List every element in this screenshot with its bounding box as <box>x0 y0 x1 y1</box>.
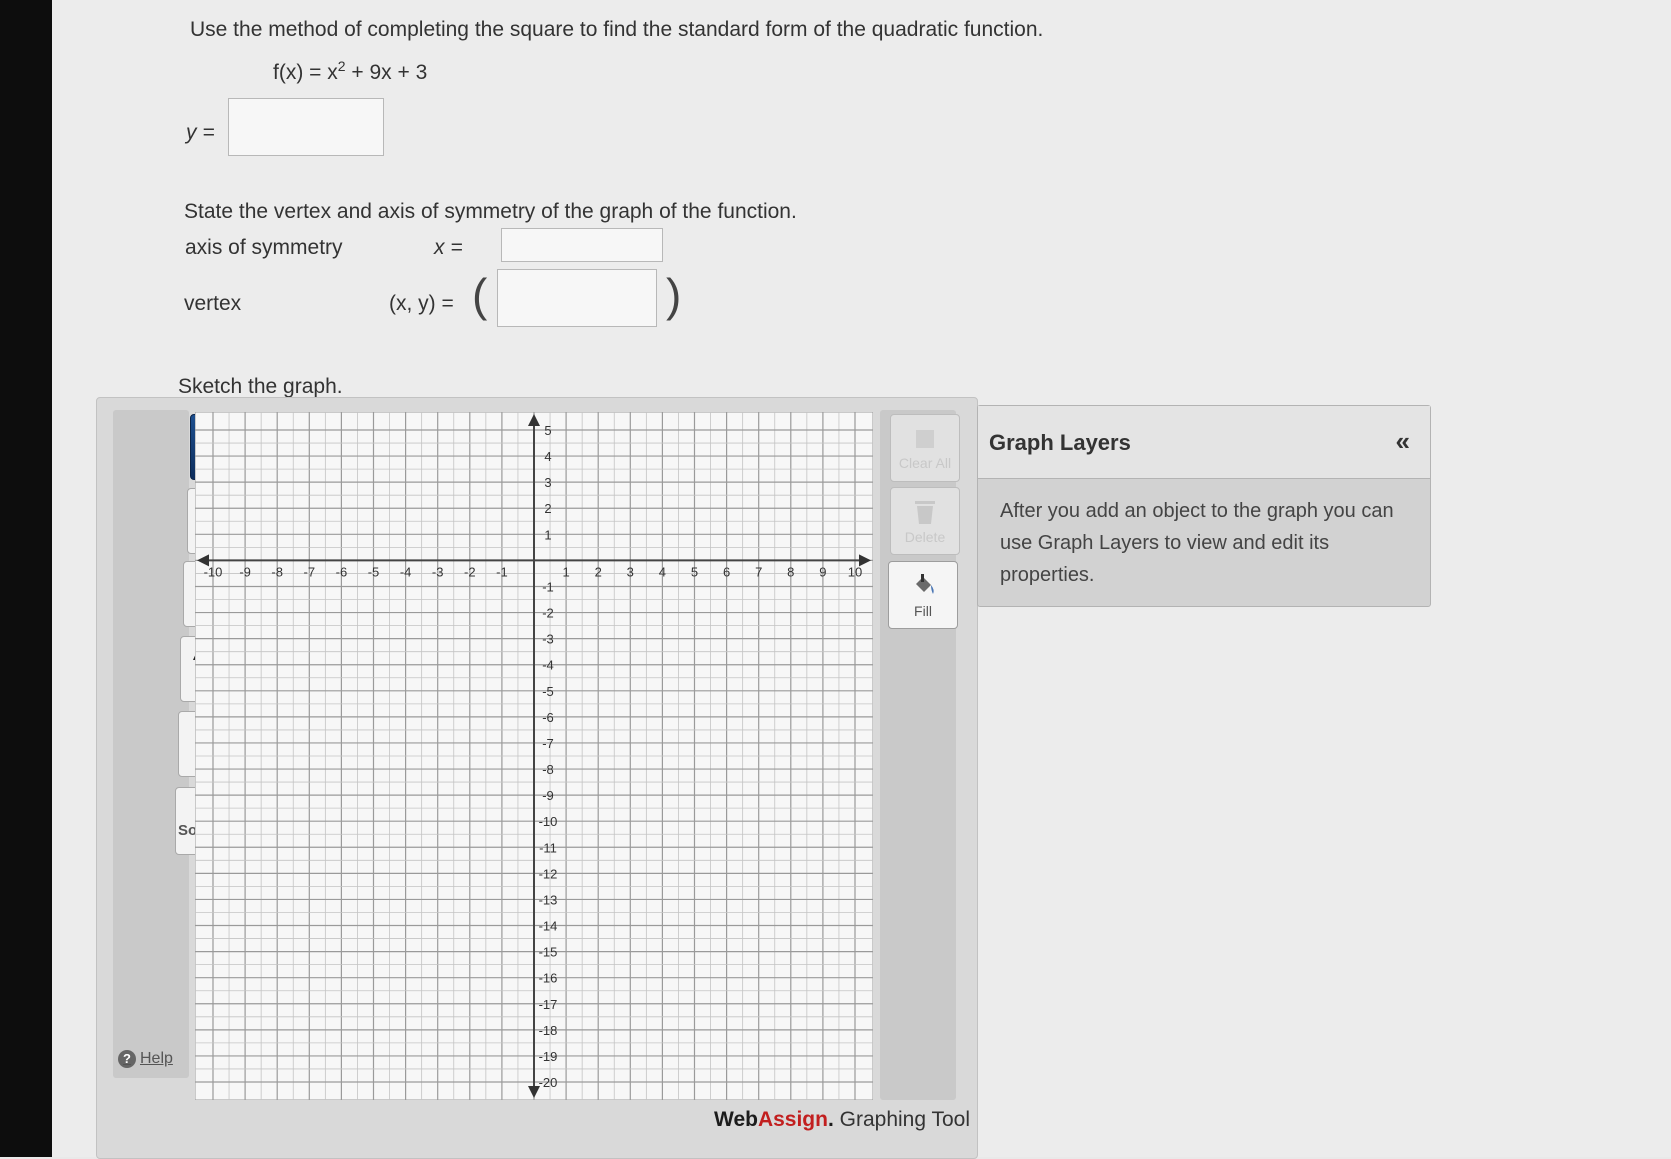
y-tick-label: -17 <box>539 997 558 1012</box>
x-tick-label: 8 <box>787 564 794 579</box>
vertex-equation-label: (x, y) = <box>389 292 454 315</box>
x-tick-label: 6 <box>723 564 730 579</box>
x-tick-label: -3 <box>432 564 444 579</box>
graph-canvas[interactable]: -10 -9 -8 -7 -6 -5 -4 -3 -2 -1 1 2 3 4 5 6 7 8 9 1054321-1-… <box>195 412 873 1100</box>
clear-all-icon <box>916 429 934 448</box>
question-instruction: Use the method of completing the square … <box>190 18 1044 41</box>
y-tick-label: -15 <box>539 945 558 960</box>
y-tick-label: -6 <box>542 710 554 725</box>
y-tick-label: 1 <box>544 527 551 542</box>
screen-bezel <box>0 0 52 1157</box>
vertex-close-paren: ) <box>666 269 682 321</box>
y-tick-label: 4 <box>544 449 551 464</box>
x-tick-label: -6 <box>336 564 348 579</box>
y-tick-label: -8 <box>542 762 554 777</box>
y-tick-label: -10 <box>539 814 558 829</box>
paint-bucket-icon <box>916 573 934 594</box>
y-tick-label: -5 <box>542 684 554 699</box>
delete-label: Delete <box>904 528 946 545</box>
x-tick-label: 10 <box>848 564 862 579</box>
vertex-input[interactable] <box>497 269 657 327</box>
clear-all-label: Clear All <box>898 454 952 471</box>
x-tick-label: -5 <box>368 564 380 579</box>
y-tick-label: -11 <box>539 840 557 855</box>
x-tick-label: -7 <box>304 564 316 579</box>
help-link[interactable]: ? Help <box>118 1050 173 1068</box>
vertex-prompt: State the vertex and axis of symmetry of… <box>184 200 797 223</box>
axis-of-symmetry-input[interactable] <box>501 228 663 262</box>
y-tick-label: -12 <box>539 866 558 881</box>
vertex-open-paren: ( <box>472 269 488 321</box>
y-tick-label: -18 <box>539 1023 558 1038</box>
x-tick-label: -2 <box>464 564 476 579</box>
y-tick-label: 3 <box>544 475 551 490</box>
y-tick-label: -9 <box>542 788 554 803</box>
clear-all-button[interactable]: Clear All <box>890 414 960 482</box>
webassign-brand: WebAssign. Graphing Tool <box>714 1108 971 1131</box>
y-tick-label: -1 <box>542 579 554 594</box>
x-tick-label: 7 <box>755 564 762 579</box>
y-tick-label: 2 <box>544 501 551 516</box>
y-tick-label: -3 <box>542 632 554 647</box>
y-tick-label: -16 <box>539 971 558 986</box>
delete-button[interactable]: Delete <box>890 487 960 555</box>
x-tick-label: 9 <box>819 564 826 579</box>
fill-label: Fill <box>914 602 932 619</box>
function-expression: f(x) = x2 + 9x + 3 <box>273 58 428 84</box>
y-tick-label: -13 <box>539 892 558 907</box>
trash-icon <box>915 500 935 524</box>
y-tick-label: -20 <box>539 1075 558 1090</box>
x-tick-label: -8 <box>271 564 283 579</box>
collapse-icon[interactable]: « <box>1396 426 1410 457</box>
graph-layers-panel: Graph Layers « After you add an object t… <box>977 405 1431 607</box>
axis-equation-label: x = <box>434 236 463 259</box>
x-tick-label: -10 <box>204 564 223 579</box>
graph-layers-title: Graph Layers <box>989 430 1131 455</box>
x-tick-label: -9 <box>239 564 251 579</box>
y-tick-label: 5 <box>544 423 551 438</box>
y-tick-label: -2 <box>542 606 554 621</box>
axis-of-symmetry-label: axis of symmetry <box>185 236 343 259</box>
y-tick-label: -14 <box>539 919 558 934</box>
x-tick-label: -4 <box>400 564 412 579</box>
y-tick-label: -4 <box>542 658 554 673</box>
fill-button[interactable]: Fill <box>888 561 958 629</box>
graph-layers-description: After you add an object to the graph you… <box>1000 500 1394 586</box>
x-tick-label: 5 <box>691 564 698 579</box>
sketch-prompt: Sketch the graph. <box>178 375 343 398</box>
graph-layers-header: Graph Layers « <box>978 406 1430 479</box>
help-label: Help <box>140 1050 173 1067</box>
x-tick-label: 1 <box>562 564 569 579</box>
x-tick-label: -1 <box>496 564 508 579</box>
y-tick-label: -7 <box>542 736 554 751</box>
y-label: y = <box>186 121 215 144</box>
x-tick-label: 3 <box>627 564 634 579</box>
x-tick-label: 4 <box>659 564 666 579</box>
y-tick-label: -19 <box>539 1049 558 1064</box>
help-icon: ? <box>118 1050 136 1068</box>
standard-form-input[interactable] <box>228 98 384 156</box>
vertex-label: vertex <box>184 292 242 315</box>
x-tick-label: 2 <box>595 564 602 579</box>
